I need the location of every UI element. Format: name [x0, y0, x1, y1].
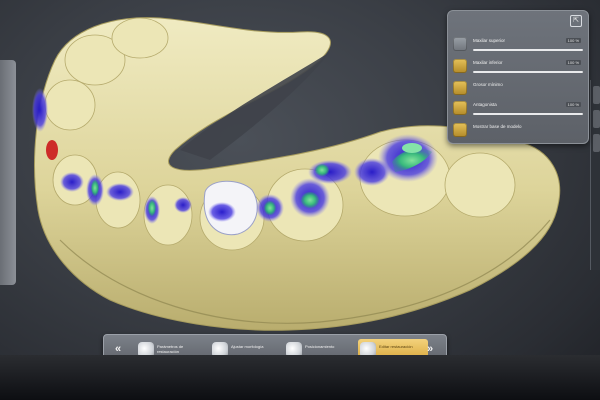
vis-row-lower-jaw[interactable]: Maxilar inferior 100 %: [453, 57, 583, 77]
vis-row-percent: 100 %: [565, 60, 581, 65]
lower-jaw-icon[interactable]: [453, 59, 467, 73]
visibility-panel: ⇱ Maxilar superior 100 % Maxilar inferio…: [447, 10, 589, 144]
vis-row-percent: 100 %: [565, 38, 581, 43]
vis-row-label: Antagonista: [473, 102, 497, 107]
slider-fill: [473, 71, 583, 73]
vis-row-percent: 100 %: [565, 102, 581, 107]
vis-row-label: Grosor mínimo: [473, 82, 503, 87]
antagonist-slider[interactable]: [473, 113, 583, 115]
tool-icon[interactable]: [593, 110, 600, 128]
lower-jaw-slider[interactable]: [473, 71, 583, 73]
thickness-icon[interactable]: [453, 81, 467, 95]
upper-jaw-slider[interactable]: [473, 49, 583, 51]
vis-row-antagonist[interactable]: Antagonista 100 %: [453, 99, 583, 119]
model-base-icon[interactable]: [453, 123, 467, 137]
vis-row-label: Maxilar superior: [473, 38, 506, 43]
workflow-next-button[interactable]: »: [420, 342, 440, 356]
workflow-step-label: Parámetros de restauración: [157, 344, 184, 354]
workflow-step-label: Posicionamiento: [305, 344, 335, 349]
left-tool-panel[interactable]: [0, 60, 16, 285]
vis-row-min-thickness[interactable]: Grosor mínimo: [453, 79, 583, 99]
tool-icon[interactable]: [593, 86, 600, 104]
right-tool-strip[interactable]: [590, 80, 600, 270]
vis-row-upper-jaw[interactable]: Maxilar superior 100 %: [453, 35, 583, 55]
vis-row-label: Maxilar inferior: [473, 60, 503, 65]
vis-row-model-base[interactable]: Mostrar base de modelo: [453, 121, 583, 141]
tool-icon[interactable]: [593, 134, 600, 152]
slider-fill: [473, 49, 583, 51]
vis-row-label: Mostrar base de modelo: [473, 124, 522, 129]
upper-jaw-icon[interactable]: [453, 37, 467, 51]
slider-fill: [473, 113, 583, 115]
workflow-step-label: Ajustar morfología: [231, 344, 264, 349]
monitor-bezel: [0, 355, 600, 400]
antagonist-icon[interactable]: [453, 101, 467, 115]
workflow-back-button[interactable]: «: [108, 342, 128, 356]
panel-minimize-icon[interactable]: ⇱: [570, 15, 582, 27]
